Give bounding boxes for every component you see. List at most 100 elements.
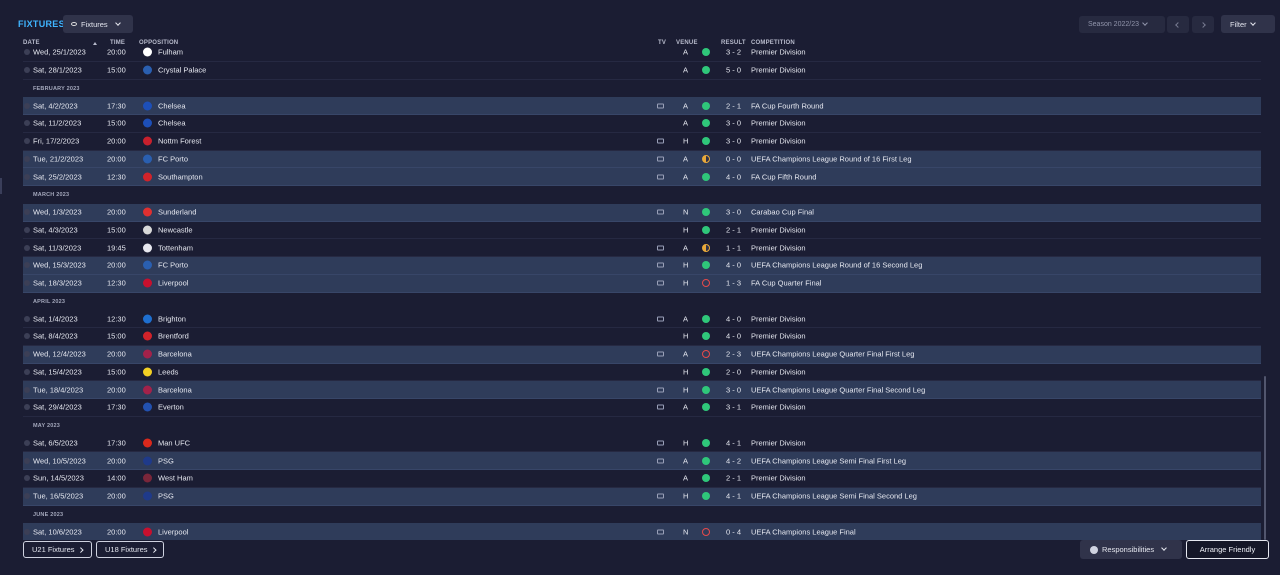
opposition-link[interactable]: Tottenham — [158, 243, 193, 252]
column-header-competition[interactable]: COMPETITION — [751, 40, 795, 46]
column-header-result[interactable]: RESULT — [721, 40, 746, 46]
column-header-date[interactable]: DATE — [23, 40, 40, 46]
season-selector[interactable]: Season 2022/23 — [1079, 16, 1165, 33]
competition-link[interactable]: Premier Division — [751, 225, 806, 234]
fixture-row[interactable]: Sat, 1/4/2023 12:30 Brighton A 4 - 0 Premier … — [23, 310, 1261, 328]
responsibilities-button[interactable]: Responsibilities — [1080, 540, 1182, 559]
fixture-row[interactable]: Wed, 10/5/2023 20:00 PSG A 4 - 2 UEFA Champio… — [23, 452, 1261, 470]
fixture-row[interactable]: Sat, 11/2/2023 15:00 Chelsea A 3 - 0 Premier … — [23, 115, 1261, 133]
competition-link[interactable]: Premier Division — [751, 119, 806, 128]
fixture-row[interactable]: Sat, 11/3/2023 19:45 Tottenham A 1 - 1 Premie… — [23, 239, 1261, 257]
fixture-row[interactable]: Fri, 17/2/2023 20:00 Nottm Forest H 3 - 0 Pre… — [23, 133, 1261, 151]
fixture-score[interactable]: 4 - 0 — [726, 172, 741, 181]
opposition-link[interactable]: FC Porto — [158, 261, 188, 270]
competition-link[interactable]: Premier Division — [751, 403, 806, 412]
fixture-score[interactable]: 3 - 0 — [726, 208, 741, 217]
fixture-row[interactable]: Sat, 28/1/2023 15:00 Crystal Palace A 5 - 0 P… — [23, 62, 1261, 80]
fixture-row[interactable]: Sat, 18/3/2023 12:30 Liverpool H 1 - 3 FA Cup… — [23, 274, 1261, 293]
opposition-link[interactable]: Leeds — [158, 367, 178, 376]
column-header-venue[interactable]: VENUE — [676, 40, 698, 46]
opposition-link[interactable]: Brighton — [158, 314, 186, 323]
opposition-link[interactable]: Newcastle — [158, 225, 193, 234]
next-season-button[interactable] — [1192, 16, 1214, 33]
competition-link[interactable]: Premier Division — [751, 137, 806, 146]
opposition-link[interactable]: Southampton — [158, 172, 203, 181]
competition-link[interactable]: Carabao Cup Final — [751, 208, 814, 217]
opposition-link[interactable]: Liverpool — [158, 527, 188, 536]
opposition-link[interactable]: PSG — [158, 456, 174, 465]
fixture-score[interactable]: 3 - 0 — [726, 119, 741, 128]
view-dropdown[interactable]: Fixtures — [63, 15, 133, 33]
competition-link[interactable]: Premier Division — [751, 314, 806, 323]
fixture-row[interactable]: Sat, 8/4/2023 15:00 Brentford H 4 - 0 Premier… — [23, 328, 1261, 346]
competition-link[interactable]: UEFA Champions League Final — [751, 527, 856, 536]
fixture-row[interactable]: Sat, 4/2/2023 17:30 Chelsea A 2 - 1 FA Cup Fo… — [23, 97, 1261, 115]
competition-link[interactable]: FA Cup Quarter Final — [751, 279, 821, 288]
competition-link[interactable]: Premier Division — [751, 66, 806, 75]
competition-link[interactable]: Premier Division — [751, 438, 806, 447]
fixture-score[interactable]: 4 - 1 — [726, 438, 741, 447]
opposition-link[interactable]: Fulham — [158, 48, 183, 57]
fixture-score[interactable]: 0 - 0 — [726, 154, 741, 163]
opposition-link[interactable]: Everton — [158, 403, 184, 412]
fixture-score[interactable]: 2 - 1 — [726, 474, 741, 483]
filter-button[interactable]: Filter — [1221, 15, 1275, 33]
previous-season-button[interactable] — [1167, 16, 1189, 33]
fixture-score[interactable]: 2 - 1 — [726, 101, 741, 110]
competition-link[interactable]: Premier Division — [751, 474, 806, 483]
competition-link[interactable]: UEFA Champions League Round of 16 First … — [751, 154, 912, 163]
arrange-friendly-button[interactable]: Arrange Friendly — [1186, 540, 1269, 559]
competition-link[interactable]: UEFA Champions League Round of 16 Second… — [751, 261, 922, 270]
fixture-row[interactable]: Sun, 14/5/2023 14:00 West Ham A 2 - 1 Premier… — [23, 470, 1261, 488]
fixture-row[interactable]: Sat, 10/6/2023 20:00 Liverpool N 0 - 4 UEFA C… — [23, 523, 1261, 540]
column-header-time[interactable]: TIME — [110, 40, 125, 46]
fixture-score[interactable]: 4 - 0 — [726, 314, 741, 323]
fixture-row[interactable]: Sat, 4/3/2023 15:00 Newcastle H 2 - 1 Premier… — [23, 222, 1261, 240]
fixture-row[interactable]: Wed, 1/3/2023 20:00 Sunderland N 3 - 0 Caraba… — [23, 203, 1261, 222]
fixture-score[interactable]: 2 - 3 — [726, 350, 741, 359]
competition-link[interactable]: UEFA Champions League Quarter Final Seco… — [751, 385, 925, 394]
opposition-link[interactable]: Barcelona — [158, 385, 192, 394]
fixture-score[interactable]: 3 - 0 — [726, 137, 741, 146]
fixture-row[interactable]: Sat, 29/4/2023 17:30 Everton A 3 - 1 Premier … — [23, 399, 1261, 417]
fixture-score[interactable]: 1 - 3 — [726, 279, 741, 288]
column-header-tv[interactable]: TV — [658, 40, 666, 46]
fixture-row[interactable]: Tue, 21/2/2023 20:00 FC Porto A 0 - 0 UEFA Ch… — [23, 150, 1261, 169]
fixture-row[interactable]: Wed, 12/4/2023 20:00 Barcelona A 2 - 3 UEFA C… — [23, 345, 1261, 364]
opposition-link[interactable]: Barcelona — [158, 350, 192, 359]
competition-link[interactable]: FA Cup Fourth Round — [751, 101, 824, 110]
fixture-score[interactable]: 5 - 0 — [726, 66, 741, 75]
fixture-row[interactable]: Sat, 6/5/2023 17:30 Man UFC H 4 - 1 Premier D… — [23, 435, 1261, 453]
fixture-score[interactable]: 2 - 0 — [726, 367, 741, 376]
opposition-link[interactable]: Brentford — [158, 332, 189, 341]
competition-link[interactable]: Premier Division — [751, 367, 806, 376]
fixture-row[interactable]: Wed, 15/3/2023 20:00 FC Porto H 4 - 0 UEFA Ch… — [23, 257, 1261, 275]
competition-link[interactable]: UEFA Champions League Semi Final Second … — [751, 492, 917, 501]
fixture-score[interactable]: 0 - 4 — [726, 527, 741, 536]
fixture-row[interactable]: Sat, 25/2/2023 12:30 Southampton A 4 - 0 FA C… — [23, 168, 1261, 186]
column-header-opposition[interactable]: OPPOSITION — [139, 40, 178, 46]
scrollbar[interactable] — [1264, 376, 1266, 540]
fixture-row[interactable]: Sat, 15/4/2023 15:00 Leeds H 2 - 0 Premier Di… — [23, 364, 1261, 382]
fixture-score[interactable]: 4 - 0 — [726, 261, 741, 270]
fixture-score[interactable]: 3 - 1 — [726, 403, 741, 412]
fixture-score[interactable]: 4 - 2 — [726, 456, 741, 465]
competition-link[interactable]: Premier Division — [751, 243, 806, 252]
fixture-score[interactable]: 3 - 2 — [726, 48, 741, 57]
competition-link[interactable]: Premier Division — [751, 48, 806, 57]
fixture-row[interactable]: Tue, 18/4/2023 20:00 Barcelona H 3 - 0 UEFA C… — [23, 381, 1261, 399]
fixture-score[interactable]: 3 - 0 — [726, 385, 741, 394]
fixture-score[interactable]: 4 - 1 — [726, 492, 741, 501]
u21-fixtures-button[interactable]: U21 Fixtures — [23, 541, 92, 558]
fixture-score[interactable]: 1 - 1 — [726, 243, 741, 252]
competition-link[interactable]: FA Cup Fifth Round — [751, 172, 816, 181]
fixture-row[interactable]: Wed, 25/1/2023 20:00 Fulham A 3 - 2 Premier D… — [23, 47, 1261, 62]
opposition-link[interactable]: Chelsea — [158, 101, 186, 110]
opposition-link[interactable]: FC Porto — [158, 154, 188, 163]
competition-link[interactable]: UEFA Champions League Quarter Final Firs… — [751, 350, 914, 359]
fixture-row[interactable]: Tue, 16/5/2023 20:00 PSG H 4 - 1 UEFA Champio… — [23, 487, 1261, 506]
opposition-link[interactable]: West Ham — [158, 474, 193, 483]
fixture-score[interactable]: 2 - 1 — [726, 225, 741, 234]
fixture-score[interactable]: 4 - 0 — [726, 332, 741, 341]
opposition-link[interactable]: Nottm Forest — [158, 137, 201, 146]
